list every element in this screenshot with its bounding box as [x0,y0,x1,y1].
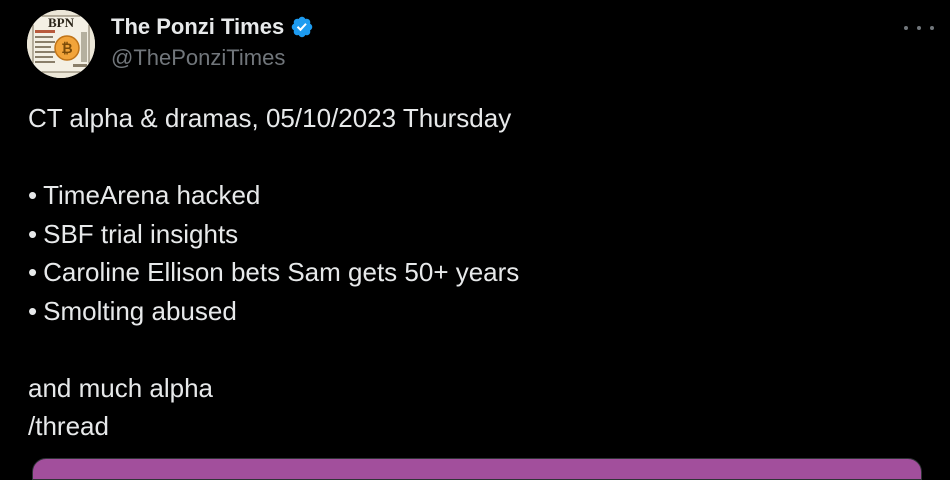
newspaper-logo-icon: ₿ BPN [27,10,95,78]
closing-line: /thread [28,411,109,441]
media-preview[interactable] [32,458,922,480]
closing-line: and much alpha [28,372,214,403]
bullet-glyph: • [28,218,38,249]
bullet-text: SBF trial insights [43,218,239,249]
bullet-glyph: • [28,257,38,287]
author-handle[interactable]: @ThePonziTimes [111,45,285,71]
bullet-glyph: • [28,180,38,210]
avatar-masthead-text: BPN [48,15,75,30]
avatar[interactable]: ₿ BPN [27,10,95,78]
bullet-item: • Caroline Ellison bets Sam gets 50+ year… [28,253,519,292]
bullet-glyph: • [28,295,38,326]
dot [930,26,934,30]
bullet-text: TimeArena hacked [43,180,261,210]
bullet-item: • Smolting abused [28,292,519,331]
more-options-icon[interactable] [904,18,934,38]
tweet-card: ₿ BPN The Ponzi Times @ThePonziTimes CT … [0,0,950,480]
svg-text:₿: ₿ [61,40,72,56]
dot [904,26,908,30]
verified-badge-icon[interactable] [290,15,314,39]
tweet-heading: CT alpha & dramas, 05/10/2023 Thursday [28,103,512,133]
bullet-item: • TimeArena hacked [28,176,519,215]
dot [917,26,921,30]
bullet-text: Caroline Ellison bets Sam gets 50+ years [43,257,520,287]
display-name[interactable]: The Ponzi Times [111,14,284,40]
bullet-text: Smolting abused [43,295,237,326]
tweet-text: CT alpha & dramas, 05/10/2023 Thursday •… [28,99,519,446]
bullet-item: • SBF trial insights [28,215,519,254]
author-name-row: The Ponzi Times [111,12,314,42]
